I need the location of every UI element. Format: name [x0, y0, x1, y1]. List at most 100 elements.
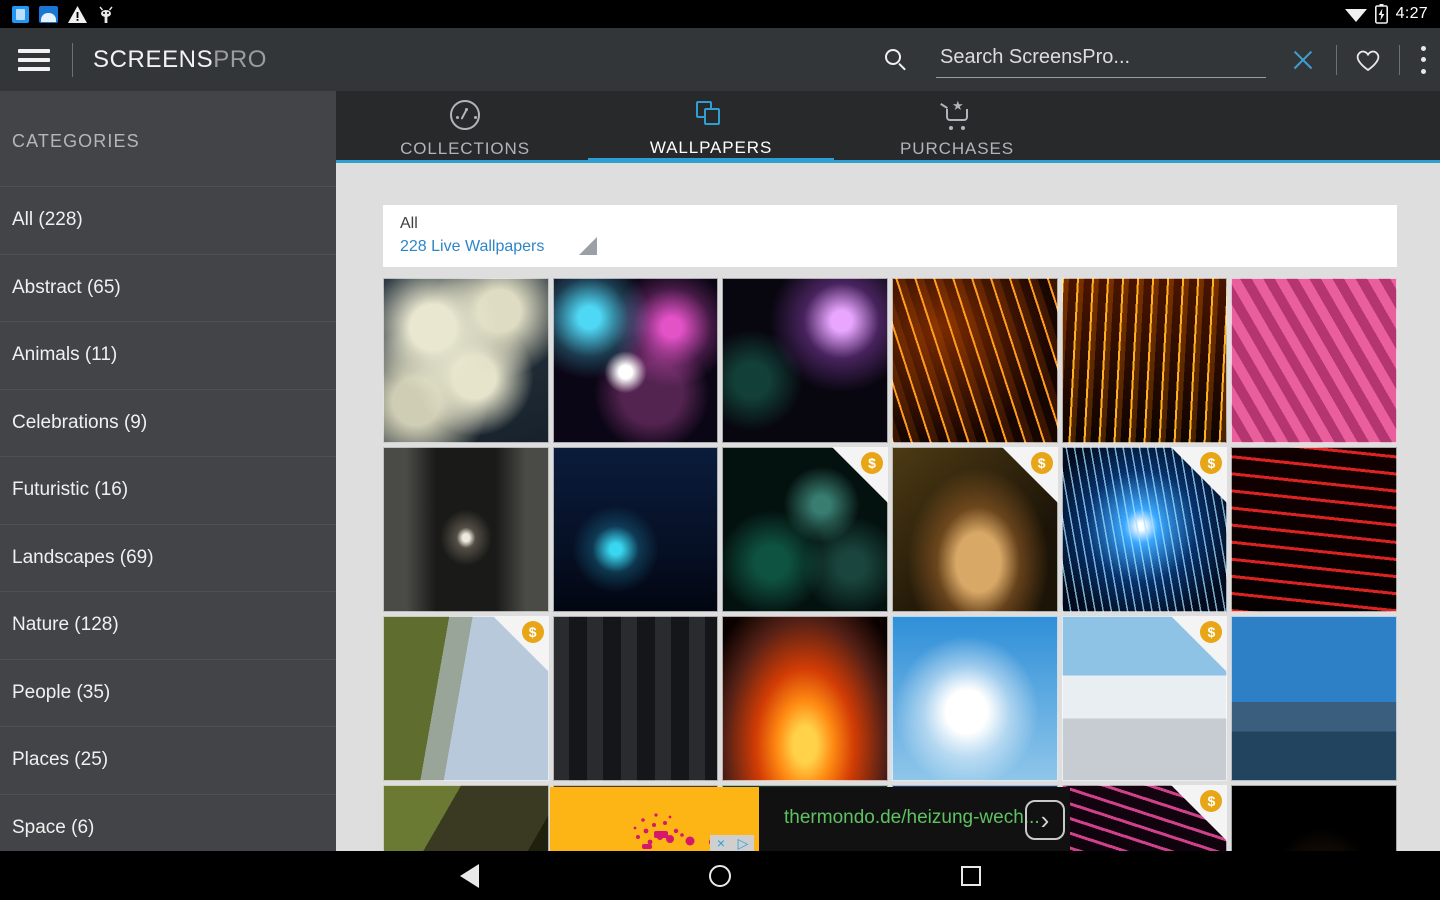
tab-purchases[interactable]: ★ PURCHASES — [834, 91, 1080, 162]
tab-collections[interactable]: COLLECTIONS — [342, 91, 588, 162]
status-bar-notification-icons — [0, 5, 115, 23]
blue-sky-clouds-thumb[interactable] — [892, 616, 1058, 781]
paid-badge: $ — [1001, 447, 1058, 503]
fire-flames-thumb[interactable] — [722, 616, 889, 781]
wallpaper-grid-row: $ $ — [383, 616, 1398, 781]
tab-wallpapers[interactable]: WALLPAPERS — [588, 91, 834, 162]
ad-close-icon[interactable]: × — [710, 835, 732, 851]
sidebar-item-people[interactable]: People (35) — [0, 658, 336, 727]
waterfall-cliff-thumb[interactable]: $ — [383, 616, 549, 781]
red-light-streaks-thumb[interactable] — [1231, 447, 1398, 612]
snow-mountain-thumb[interactable]: $ — [1061, 616, 1228, 781]
fireworks-purple-thumb[interactable] — [722, 278, 889, 443]
search-input[interactable] — [940, 45, 1264, 69]
ad-url-text: thermondo.de/heizung-wech... — [784, 807, 1040, 828]
home-icon[interactable] — [708, 864, 731, 887]
sidebar-item-places[interactable]: Places (25) — [0, 726, 336, 794]
search-field-wrapper[interactable] — [936, 42, 1266, 78]
sidebar-item-abstract[interactable]: Abstract (65) — [0, 253, 336, 322]
wifi-icon — [1344, 8, 1367, 22]
layers-icon — [696, 101, 726, 129]
paid-badge: $ — [1171, 616, 1228, 672]
grid-header-subtitle: 228 Live Wallpapers — [400, 238, 545, 255]
more-vertical-icon[interactable] — [1420, 45, 1426, 74]
battery-charging-icon — [1374, 4, 1388, 24]
sidebar-item-futuristic[interactable]: Futuristic (16) — [0, 456, 336, 524]
android-bug-icon — [99, 6, 113, 23]
status-bar-system-icons: 4:27 — [1344, 4, 1440, 24]
fireworks-blue-pink-thumb[interactable] — [552, 278, 719, 443]
paid-badge: $ — [492, 616, 549, 672]
app-title-secondary: PRO — [213, 45, 268, 73]
ad-banner[interactable]: × ▷ thermondo.de/heizung-wech... › — [550, 787, 1070, 851]
sidebar: CATEGORIES All (228) Abstract (65) Anima… — [0, 91, 336, 851]
sidebar-item-nature[interactable]: Nature (128) — [0, 591, 336, 659]
paid-badge: $ — [1171, 785, 1228, 841]
tab-collections-label: COLLECTIONS — [400, 139, 530, 158]
light-trails-thumb[interactable]: $ — [1061, 785, 1228, 851]
ad-text-panel: thermondo.de/heizung-wech... › — [759, 787, 1070, 851]
search-area — [884, 42, 1440, 78]
grid-header-title: All — [400, 215, 418, 232]
wallpaper-grid: $ $ $ $ $ $ — [383, 278, 1398, 851]
mountain-blue-sky-thumb[interactable] — [1231, 616, 1398, 781]
clouds-sky-thumb[interactable] — [383, 278, 549, 443]
ad-controls[interactable]: × ▷ — [710, 835, 754, 851]
dark-night-thumb[interactable] — [1231, 785, 1398, 851]
wallpaper-grid-row — [383, 278, 1398, 443]
pink-cubes-thumb[interactable] — [1231, 278, 1398, 443]
blue-hyperspace-thumb[interactable]: $ — [1061, 447, 1228, 612]
heart-icon[interactable] — [1355, 47, 1381, 73]
meerkat-thumb[interactable]: $ — [892, 447, 1058, 612]
app-root: 4:27 SCREENSPRO Search ScreensPro... CAT… — [0, 0, 1440, 900]
search-icon[interactable] — [884, 48, 908, 72]
gallery-icon — [39, 5, 58, 23]
appbar-divider-3 — [1399, 44, 1400, 75]
sidebar-header: CATEGORIES — [12, 131, 140, 151]
wallpaper-grid-row: $ $ $ — [383, 447, 1398, 612]
paid-badge: $ — [1171, 447, 1228, 503]
warning-icon — [68, 5, 87, 23]
fire-rain-thumb[interactable] — [1061, 278, 1228, 443]
tab-wallpapers-label: WALLPAPERS — [649, 138, 773, 157]
tab-bar: COLLECTIONS WALLPAPERS ★ PURCHASES — [336, 91, 1440, 162]
recents-icon[interactable] — [960, 865, 981, 886]
sidebar-item-all[interactable]: All (228) — [0, 186, 336, 254]
dollar-icon: $ — [521, 621, 544, 643]
city-street-night-thumb[interactable] — [552, 616, 719, 781]
appbar-divider — [72, 42, 73, 77]
tab-purchases-label: PURCHASES — [900, 139, 1014, 158]
android-nav-bar — [0, 851, 1440, 900]
back-icon[interactable] — [459, 863, 479, 888]
dark-corridor-thumb[interactable] — [383, 447, 549, 612]
app-bar: SCREENSPRO — [0, 28, 1440, 91]
content-area: All 228 Live Wallpapers $ $ $ $ $ $ — [336, 163, 1440, 851]
gauge-icon — [450, 100, 480, 130]
sidebar-category-list: All (228) Abstract (65) Animals (11) Cel… — [0, 186, 336, 851]
app-blue-icon — [12, 5, 29, 23]
app-title: SCREENSPRO — [93, 46, 267, 74]
orange-streaks-thumb[interactable] — [892, 278, 1058, 443]
forest-cliff-thumb[interactable] — [383, 785, 549, 851]
adchoices-icon[interactable]: ▷ — [732, 835, 754, 851]
paid-badge: $ — [832, 447, 889, 503]
app-title-primary: SCREENS — [93, 45, 214, 73]
dollar-icon: $ — [1030, 452, 1053, 474]
close-icon[interactable] — [1288, 45, 1318, 75]
green-particles-thumb[interactable]: $ — [722, 447, 889, 612]
ad-image: × ▷ — [550, 787, 759, 851]
triangle-resize-icon[interactable] — [579, 237, 597, 255]
cart-star-icon: ★ — [940, 99, 974, 130]
appbar-divider-2 — [1336, 44, 1337, 75]
dollar-icon: $ — [861, 452, 884, 474]
ad-next-button[interactable]: › — [1025, 800, 1065, 840]
sidebar-item-animals[interactable]: Animals (11) — [0, 321, 336, 389]
hamburger-icon[interactable] — [18, 48, 50, 71]
sidebar-item-space[interactable]: Space (6) — [0, 793, 336, 852]
status-bar-clock: 4:27 — [1395, 5, 1428, 22]
status-bar: 4:27 — [0, 0, 1440, 28]
night-city-blue-thumb[interactable] — [552, 447, 719, 612]
sidebar-item-landscapes[interactable]: Landscapes (69) — [0, 523, 336, 592]
sidebar-item-celebrations[interactable]: Celebrations (9) — [0, 388, 336, 457]
grid-header-card[interactable]: All 228 Live Wallpapers — [383, 205, 1397, 267]
